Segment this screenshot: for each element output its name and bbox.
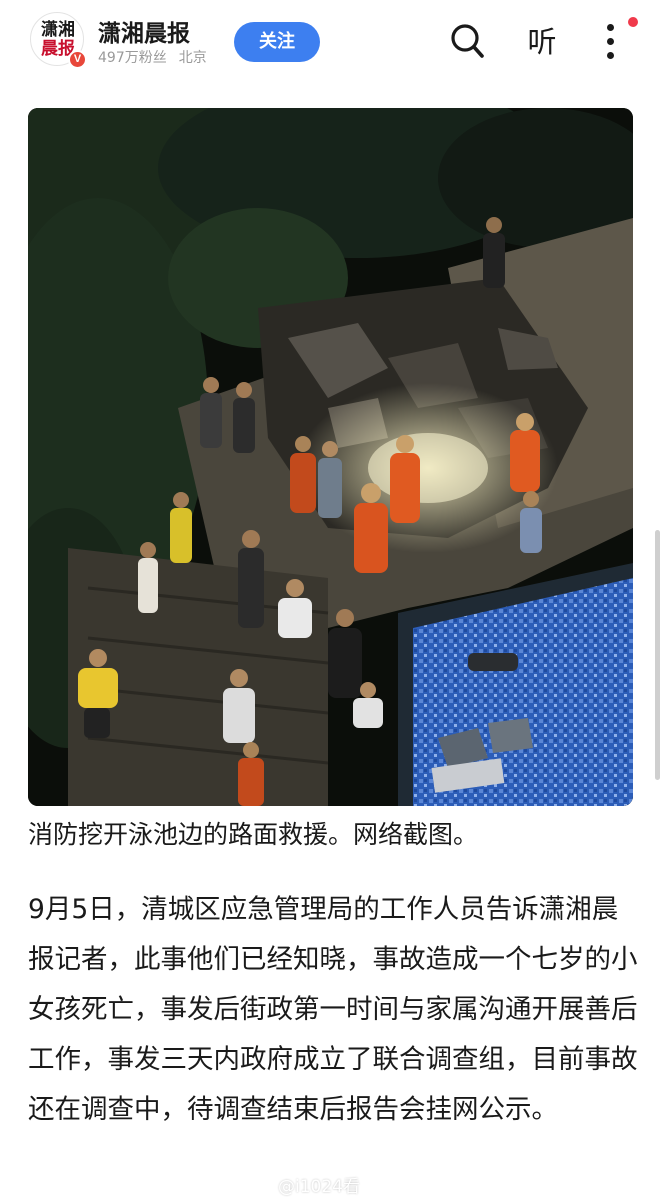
listen-button[interactable]: 听 <box>520 20 564 64</box>
source-watermark: @i1024看 <box>278 1177 360 1197</box>
search-icon <box>451 24 484 58</box>
news-photo[interactable] <box>28 108 633 806</box>
account-name[interactable]: 潇湘晨报 <box>98 14 190 48</box>
account-meta: 497万粉丝 北京 <box>98 47 207 67</box>
article-paragraph: 9月5日，清城区应急管理局的工作人员告诉潇湘晨报记者，此事他们已经知晓，事故造成… <box>28 894 638 1125</box>
article-header: 潇湘 晨报 V 潇湘晨报 497万粉丝 北京 关注 听 <box>0 0 661 86</box>
account-location: 北京 <box>178 50 207 66</box>
verified-badge-icon: V <box>68 50 87 69</box>
more-vertical-icon-dot <box>607 52 614 59</box>
more-vertical-icon <box>607 24 614 31</box>
follow-button[interactable]: 关注 <box>234 22 320 62</box>
notification-dot <box>628 17 638 27</box>
rescue-scene-image <box>28 108 633 806</box>
photo-caption: 消防挖开泳池边的路面救援。网络截图。 <box>28 820 479 849</box>
search-button[interactable] <box>449 21 487 61</box>
more-vertical-icon-dot <box>607 38 614 45</box>
avatar-logo-line1: 潇湘 <box>41 20 75 40</box>
follower-count: 497万粉丝 <box>98 50 167 66</box>
more-options-button[interactable] <box>596 18 626 64</box>
scrollbar[interactable] <box>655 530 660 780</box>
